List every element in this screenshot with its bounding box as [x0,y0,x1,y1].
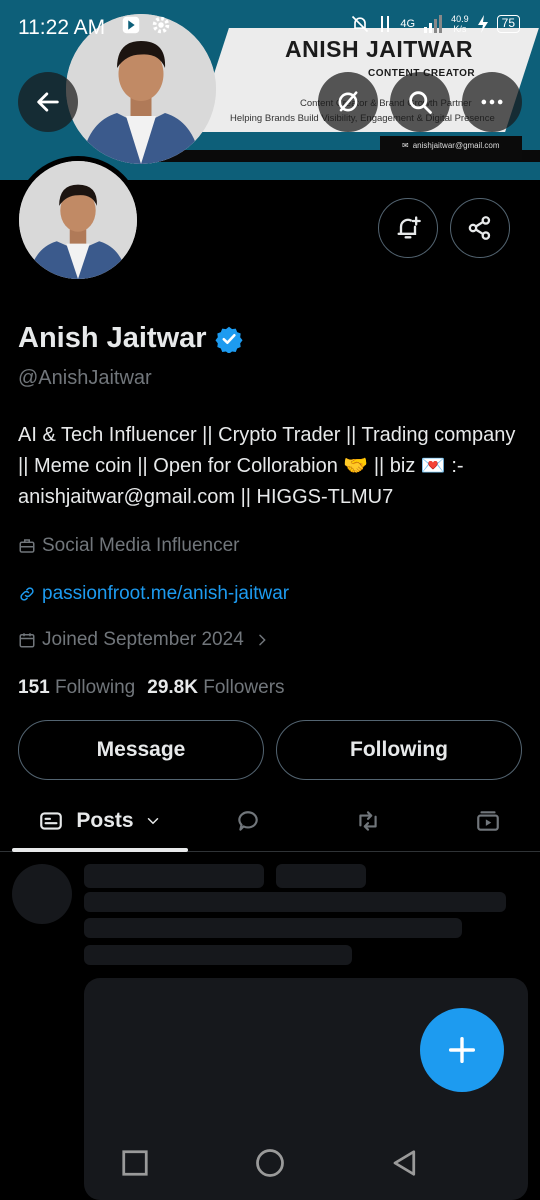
avatar-photo [19,161,137,279]
grok-icon [338,91,358,112]
active-tab-indicator [12,848,188,852]
status-bar: 11:22 AM 4G 40.9 K/s 75 [0,0,540,54]
video-icon [477,811,499,831]
profile-website[interactable]: passionfroot.me/anish-jaitwar [18,583,289,605]
following-count: 151 [18,677,50,698]
network-speed: 40.9 K/s [451,14,469,34]
skeleton-line [276,864,366,888]
verified-badge-icon[interactable] [215,325,243,353]
plus-icon [448,1036,476,1064]
chevron-right-icon [259,634,266,646]
home-circle-icon[interactable] [255,1148,285,1178]
profile-display-name: Anish Jaitwar [18,322,243,355]
status-app-icons [120,14,172,36]
more-dots-icon [481,99,503,105]
back-arrow-icon [37,92,59,112]
calendar-icon [19,633,35,648]
chevron-down-icon [147,818,158,825]
battery-level: 75 [496,15,520,33]
notification-app-icon [122,16,140,34]
tab-posts[interactable]: Posts [12,790,188,852]
skeleton-line [84,918,462,938]
follow-counts: 151 Following 29.8K Followers [18,677,285,699]
followers-stat[interactable]: 29.8K Followers [147,677,284,699]
following-stat[interactable]: 151 Following [18,677,135,699]
followers-label: Followers [203,677,285,698]
website-link[interactable]: passionfroot.me/anish-jaitwar [42,583,289,605]
status-right: 4G 40.9 K/s 75 [350,14,520,34]
tab-reposts[interactable] [338,790,398,852]
message-button[interactable]: Message [18,720,264,780]
profile-handle: @AnishJaitwar [18,367,152,389]
tab-replies[interactable] [218,790,278,852]
followers-count: 29.8K [147,677,198,698]
profile-category: Social Media Influencer [18,535,240,557]
settings-gear-icon [152,16,170,34]
briefcase-icon [19,539,35,553]
tab-media[interactable] [458,790,518,852]
skeleton-line [84,864,264,888]
skeleton-line [84,892,506,912]
share-button[interactable] [450,198,510,258]
recents-square-icon[interactable] [120,1148,150,1178]
joined-text: Joined September 2024 [42,629,244,650]
repost-icon [359,811,377,831]
grok-button[interactable] [318,72,378,132]
charging-icon [477,15,488,33]
system-nav-bar [0,1130,540,1200]
skeleton-avatar [12,864,72,924]
search-button[interactable] [390,72,450,132]
back-button[interactable] [18,72,78,132]
profile-bio: AI & Tech Influencer || Crypto Trader ||… [18,424,516,508]
mute-icon [352,15,369,33]
posts-icon [40,812,63,830]
speed-value: 40.9 [451,14,469,24]
share-icon [468,216,491,240]
data-arrows-icon [381,16,390,32]
signal-icon [424,15,443,33]
banner-email: anishjaitwar@gmail.com [402,141,500,150]
following-label: Following [54,677,136,698]
status-time: 11:22 AM [18,16,106,39]
reply-bubble-icon [238,811,258,831]
back-triangle-icon[interactable] [390,1148,420,1178]
category-text: Social Media Influencer [42,535,240,556]
skeleton-line [84,945,352,965]
link-icon [20,587,34,601]
notifications-button[interactable] [378,198,438,258]
profile-joined[interactable]: Joined September 2024 [18,629,270,651]
network-type: 4G [400,18,416,30]
tab-posts-label: Posts [76,809,134,832]
profile-avatar[interactable] [14,156,142,284]
profile-tabs: Posts [0,790,540,852]
bell-plus-icon [397,216,421,239]
speed-unit: K/s [453,24,467,34]
search-icon [409,91,432,114]
more-options-button[interactable] [462,72,522,132]
compose-button[interactable] [420,1008,504,1092]
display-name-text: Anish Jaitwar [18,322,207,354]
following-button[interactable]: Following [276,720,522,780]
